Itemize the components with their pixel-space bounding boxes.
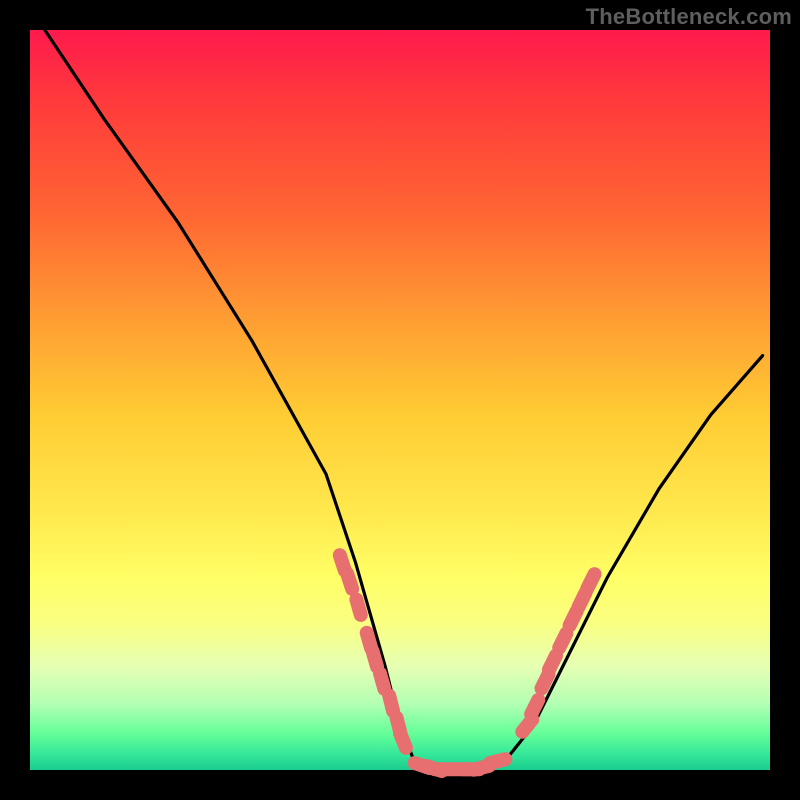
marker-pill bbox=[356, 600, 360, 615]
marker-pill bbox=[347, 574, 352, 589]
marker-cluster-bottom bbox=[415, 759, 506, 771]
watermark-text: TheBottleneck.com bbox=[586, 4, 792, 30]
marker-pill bbox=[380, 674, 384, 689]
marker-pill bbox=[559, 633, 566, 647]
bottleneck-curve bbox=[45, 30, 763, 770]
marker-pill bbox=[531, 700, 538, 714]
marker-pill bbox=[373, 651, 377, 666]
marker-cluster-right bbox=[522, 574, 594, 732]
marker-pill bbox=[490, 759, 506, 763]
chart-svg bbox=[30, 30, 770, 770]
chart-frame: TheBottleneck.com bbox=[0, 0, 800, 800]
marker-pill bbox=[400, 733, 406, 748]
gradient-plot-area bbox=[30, 30, 770, 770]
marker-pill bbox=[549, 656, 556, 670]
marker-pill bbox=[587, 574, 594, 588]
marker-cluster-left bbox=[340, 555, 406, 748]
marker-pill bbox=[389, 696, 393, 712]
